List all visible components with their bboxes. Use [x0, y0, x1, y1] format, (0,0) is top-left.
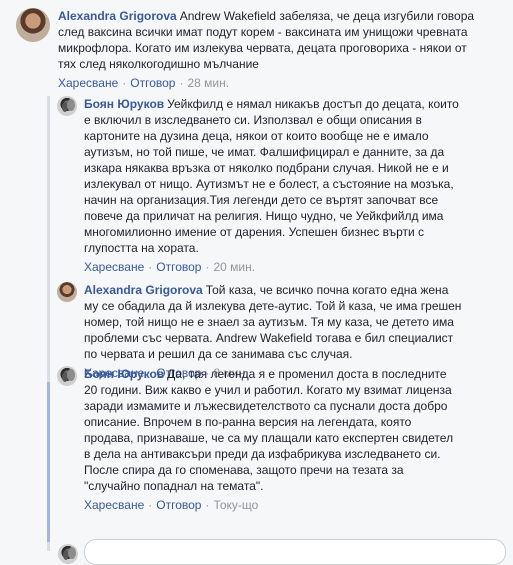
reply-input[interactable]: [84, 539, 506, 565]
comment-text-line: по червата и решил да се занимава със сл…: [84, 347, 353, 361]
comment-text-line: начин на организация.Тия легенди дето се…: [84, 193, 439, 207]
timestamp[interactable]: 28 мин.: [187, 76, 229, 90]
separator: ·: [205, 498, 210, 512]
comment-text-line: изкара някаква връзка от няколко подбран…: [84, 161, 449, 175]
comment-text-line: глупостта на хората.: [84, 241, 199, 255]
separator: ·: [179, 76, 184, 90]
reply-thread-line-highlight: [47, 382, 50, 542]
comment-text-line: в дела на антиваксъри преди да изфабрику…: [84, 447, 441, 461]
comment-text-line: номер, той нищо не е знаел за аутизъм. Т…: [84, 315, 454, 329]
like-link[interactable]: Харесване: [84, 260, 144, 274]
comment-text-line: повече да приличат на религия. Нищо чудн…: [84, 209, 444, 223]
timestamp[interactable]: 20 мин.: [213, 260, 255, 274]
comment-author[interactable]: Боян Юруков: [84, 97, 164, 111]
comment-text-line: тях след няколкогодишно мълчание: [58, 57, 259, 71]
comment-text-line: Той каза, че всичко почна когато една же…: [205, 283, 449, 297]
comment-author[interactable]: Alexandra Grigorova: [58, 9, 177, 23]
separator: ·: [122, 76, 127, 90]
separator: ·: [205, 260, 210, 274]
separator: ·: [148, 260, 153, 274]
current-user-avatar: [58, 544, 78, 564]
comment-text-line: е включил в изследването си. Използвал е…: [84, 113, 422, 127]
comment-1: Alexandra Grigorova Andrew Wakefield забе…: [16, 8, 496, 91]
comment-text-line: продава, признаваше, че са му плащали ка…: [84, 431, 454, 445]
comment-text-line: аутизъм, но той пише, че имат. Фалшифици…: [84, 145, 445, 159]
reply-link[interactable]: Отговор: [130, 76, 175, 90]
comment-text-line: излекувал от нищо. Аутизмът не е болест,…: [84, 177, 454, 191]
comment-thread: Alexandra Grigorova Andrew Wakefield забе…: [0, 0, 513, 565]
comment-text-line: след ваксина всички имат подут корем - в…: [58, 25, 468, 39]
timestamp[interactable]: Току-що: [213, 498, 258, 512]
comment-text-line: Andrew Wakefield забеляза, че деца изгуб…: [179, 9, 475, 23]
separator: ·: [148, 498, 153, 512]
like-link[interactable]: Харесване: [58, 76, 118, 90]
comment-text-line: Да, тая легенда я е променил доста в пос…: [167, 367, 447, 381]
comment-text-line: "случайно попаднал на темата".: [84, 479, 264, 493]
comment-text-line: После спира да го споменава, защото преч…: [84, 463, 404, 477]
comment-text-line: картоните на дузина деца, някои от които…: [84, 129, 429, 143]
reply-link[interactable]: Отговор: [156, 260, 201, 274]
comment-text-line: заради измамите и лъжесвидетелството са …: [84, 399, 448, 413]
comment-author[interactable]: Боян Юруков: [84, 367, 164, 381]
comment-text-line: 20 години. Виж какво е учил и работил. К…: [84, 383, 452, 397]
comment-2: Боян Юруков Уейкфилд е нямал никакъв дост…: [57, 96, 497, 275]
avatar[interactable]: [57, 282, 77, 302]
comment-author[interactable]: Alexandra Grigorova: [84, 283, 203, 297]
comment-text-line: многомилионно имение от дарения. Успешен…: [84, 225, 425, 239]
comment-text-line: микрофлора. Когато им излекува червата, …: [58, 41, 467, 55]
comment-text-line: описание. Впрочем в по-ранна версия на л…: [84, 415, 412, 429]
comment-text-line: Уейкфилд е нямал никакъв достъп до децат…: [167, 97, 459, 111]
avatar[interactable]: [57, 366, 77, 386]
like-link[interactable]: Харесване: [84, 498, 144, 512]
avatar[interactable]: [57, 96, 77, 116]
reply-link[interactable]: Отговор: [156, 498, 201, 512]
comment-4: Боян Юруков Да, тая легенда я е променил …: [57, 366, 497, 513]
avatar[interactable]: [16, 8, 50, 42]
comment-text-line: му се обадила да й излекува дете-аутис. …: [84, 299, 462, 313]
comment-text-line: проблеми със червата. Andrew Wakefield т…: [84, 331, 454, 345]
